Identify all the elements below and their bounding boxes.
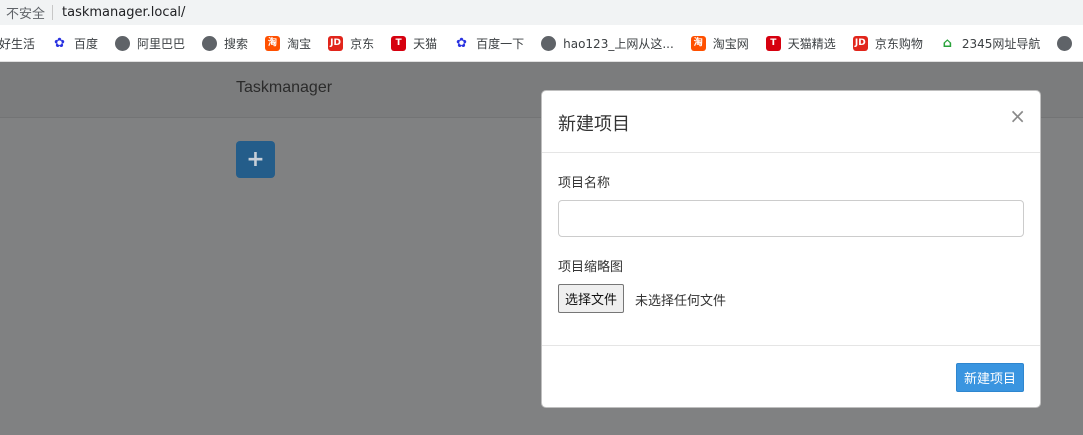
bookmark-hao123[interactable]: hao123_上网从这... (541, 35, 674, 52)
bookmark-label: 百度 (74, 36, 99, 51)
jd-icon: JD (328, 35, 344, 51)
project-thumbnail-label: 项目缩略图 (558, 260, 624, 275)
bookmark-jd-shopping[interactable]: JD 京东购物 (852, 35, 923, 52)
security-status[interactable]: 不安全 (0, 3, 45, 22)
bookmark-haoshenghuo[interactable]: 好生活 (0, 35, 35, 52)
file-status-text: 未选择任何文件 (635, 294, 727, 309)
tmall-icon: T (391, 35, 407, 51)
tmall-icon: T (765, 35, 781, 51)
brand-title[interactable]: Taskmanager (236, 79, 332, 97)
choose-file-button[interactable]: 选择文件 (558, 284, 625, 313)
bookmark-label: 淘宝 (287, 36, 312, 51)
url-text[interactable]: taskmanager.local/ (62, 5, 185, 20)
close-icon[interactable]: × (1009, 106, 1026, 126)
address-bar[interactable]: 不安全 taskmanager.local/ (0, 0, 1083, 25)
project-name-input[interactable] (558, 200, 1024, 237)
bookmark-label: 淘宝网 (712, 36, 749, 51)
bookmark-label: hao123_上网从这... (563, 36, 674, 51)
modal-body: 项目名称 项目缩略图 选择文件 未选择任何文件 (542, 153, 1040, 346)
bookmark-baidu-search[interactable]: ✿ 百度一下 (454, 35, 524, 52)
baidu-icon: ✿ (456, 35, 468, 51)
2345-icon: ⌂ (942, 35, 952, 51)
globe-icon (202, 35, 218, 51)
bookmark-more[interactable] (1057, 35, 1079, 51)
address-separator (52, 5, 54, 20)
globe-icon (115, 35, 131, 51)
modal-header: 新建项目 × (542, 91, 1040, 153)
bookmark-label: 百度一下 (476, 36, 525, 51)
bookmark-label: 搜索 (224, 36, 249, 51)
bookmark-label: 天猫精选 (787, 36, 836, 51)
bookmark-search[interactable]: 搜索 (202, 35, 248, 52)
bookmark-taobao[interactable]: 淘淘宝 (265, 35, 311, 52)
bookmark-tmall-select[interactable]: T 天猫精选 (765, 35, 836, 52)
taobao-icon: 淘 (690, 35, 706, 51)
bookmark-2345[interactable]: ⌂ 2345网址导航 (940, 35, 1041, 52)
globe-icon (541, 35, 557, 51)
bookmark-baidu[interactable]: ✿ 百度 (52, 35, 98, 52)
bookmark-label: 2345网址导航 (961, 36, 1041, 51)
bookmark-tmall[interactable]: T 天猫 (391, 35, 437, 52)
bookmark-taobao-net[interactable]: 淘淘宝网 (690, 35, 749, 52)
bookmark-label: 京东购物 (874, 36, 923, 51)
bookmarks-bar: 好生活 ✿ 百度 阿里巴巴 搜索 淘淘宝 JD 京东 T 天猫 ✿ 百度一下 hao12… (0, 25, 1083, 62)
jd-icon: JD (852, 35, 868, 51)
create-project-button[interactable]: 新建项目 (955, 363, 1024, 392)
taobao-icon: 淘 (265, 35, 281, 51)
bookmark-jd[interactable]: JD 京东 (328, 35, 374, 52)
bookmark-label: 阿里巴巴 (137, 36, 186, 51)
globe-icon (1057, 35, 1073, 51)
modal-title: 新建项目 (558, 114, 630, 135)
new-project-modal: 新建项目 × 项目名称 项目缩略图 选择文件 未选择任何文件 新建项目 (541, 90, 1041, 408)
bookmark-label: 好生活 (0, 36, 36, 51)
bookmark-alibaba[interactable]: 阿里巴巴 (115, 35, 185, 52)
add-project-button[interactable]: + (236, 141, 275, 178)
baidu-icon: ✿ (54, 35, 65, 51)
modal-footer: 新建项目 (542, 346, 1040, 408)
project-name-label: 项目名称 (558, 176, 611, 191)
bookmark-label: 天猫 (413, 36, 438, 51)
bookmark-label: 京东 (350, 36, 375, 51)
